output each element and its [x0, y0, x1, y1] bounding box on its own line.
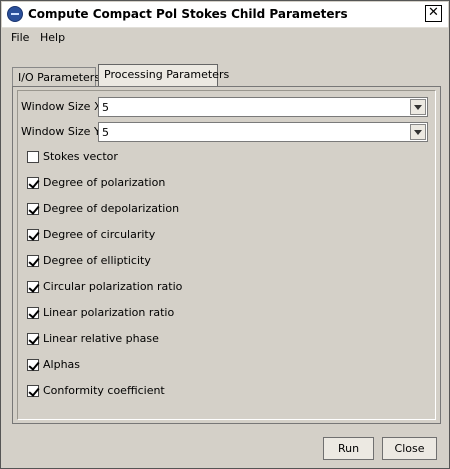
- checkbox[interactable]: [27, 255, 39, 267]
- chevron-down-icon[interactable]: [410, 99, 426, 115]
- tab-processing-parameters[interactable]: Processing Parameters: [98, 64, 229, 86]
- window-size-y-value: 5: [102, 126, 109, 139]
- window-size-x-label: Window Size X:: [21, 100, 106, 113]
- checkbox[interactable]: [27, 177, 39, 189]
- tab-io-parameters[interactable]: I/O Parameters: [12, 67, 100, 86]
- option-label: Degree of depolarization: [43, 202, 180, 215]
- option-label: Circular polarization ratio: [43, 280, 183, 293]
- option-label: Degree of polarization: [43, 176, 166, 189]
- dialog-window: Compute Compact Pol Stokes Child Paramet…: [0, 0, 450, 469]
- window-size-x-value: 5: [102, 101, 109, 114]
- chevron-down-icon[interactable]: [410, 124, 426, 140]
- option-label: Linear polarization ratio: [43, 306, 175, 319]
- close-button[interactable]: Close: [382, 437, 437, 460]
- close-window-button[interactable]: ✕: [425, 5, 442, 22]
- title-bar[interactable]: Compute Compact Pol Stokes Child Paramet…: [2, 2, 448, 28]
- menu-bar: File Help: [2, 29, 448, 47]
- option-label: Conformity coefficient: [43, 384, 165, 397]
- option-label: Stokes vector: [43, 150, 118, 163]
- checkbox[interactable]: [27, 385, 39, 397]
- checkbox[interactable]: [27, 203, 39, 215]
- checkbox[interactable]: [27, 229, 39, 241]
- window-size-y-select[interactable]: 5: [98, 122, 428, 142]
- run-button[interactable]: Run: [323, 437, 374, 460]
- app-logo-icon: [7, 6, 23, 22]
- option-label: Degree of circularity: [43, 228, 156, 241]
- checkbox[interactable]: [27, 307, 39, 319]
- checkbox[interactable]: [27, 359, 39, 371]
- window-size-x-select[interactable]: 5: [98, 97, 428, 117]
- menu-help[interactable]: Help: [40, 31, 65, 44]
- option-label: Linear relative phase: [43, 332, 159, 345]
- window-size-y-label: Window Size Y:: [21, 125, 103, 138]
- window-title: Compute Compact Pol Stokes Child Paramet…: [28, 7, 348, 21]
- checkbox[interactable]: [27, 333, 39, 345]
- checkbox[interactable]: [27, 281, 39, 293]
- option-label: Degree of ellipticity: [43, 254, 151, 267]
- option-label: Alphas: [43, 358, 81, 371]
- menu-file[interactable]: File: [11, 31, 29, 44]
- checkbox[interactable]: [27, 151, 39, 163]
